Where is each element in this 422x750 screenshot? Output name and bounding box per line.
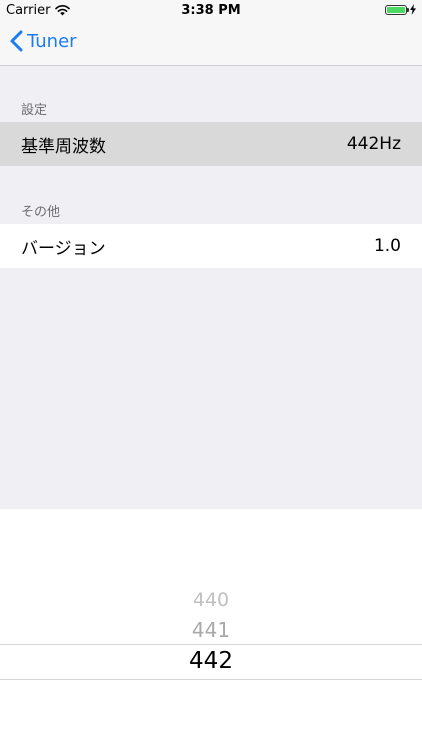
row-label: バージョン bbox=[21, 238, 106, 259]
battery-status bbox=[385, 4, 416, 15]
bolt-icon bbox=[410, 4, 416, 15]
clock: 3:38 PM bbox=[181, 3, 241, 18]
row-value: 1.0 bbox=[373, 236, 401, 256]
row-label: 基準周波数 bbox=[21, 136, 106, 157]
status-bar: Carrier 3:38 PM bbox=[0, 0, 422, 22]
chevron-left-icon bbox=[10, 30, 23, 52]
section-header-settings: 設定 bbox=[21, 103, 48, 118]
picker-item[interactable]: 440 bbox=[0, 589, 422, 611]
section-header-other: その他 bbox=[21, 205, 61, 220]
back-label: Tuner bbox=[27, 30, 77, 52]
picker-selection-bottom bbox=[0, 679, 422, 680]
back-button[interactable]: Tuner bbox=[10, 30, 77, 52]
row-reference-frequency[interactable]: 基準周波数 442Hz bbox=[0, 122, 422, 166]
battery-icon bbox=[385, 4, 409, 15]
picker-selection-top bbox=[0, 644, 422, 645]
picker-item-selected[interactable]: 442 bbox=[0, 648, 422, 674]
frequency-picker[interactable]: 440 441 442 bbox=[0, 509, 422, 750]
navigation-bar: Tuner bbox=[0, 22, 422, 66]
row-version: バージョン 1.0 bbox=[0, 224, 422, 268]
row-value: 442Hz bbox=[346, 134, 401, 154]
picker-item[interactable]: 441 bbox=[0, 618, 422, 642]
